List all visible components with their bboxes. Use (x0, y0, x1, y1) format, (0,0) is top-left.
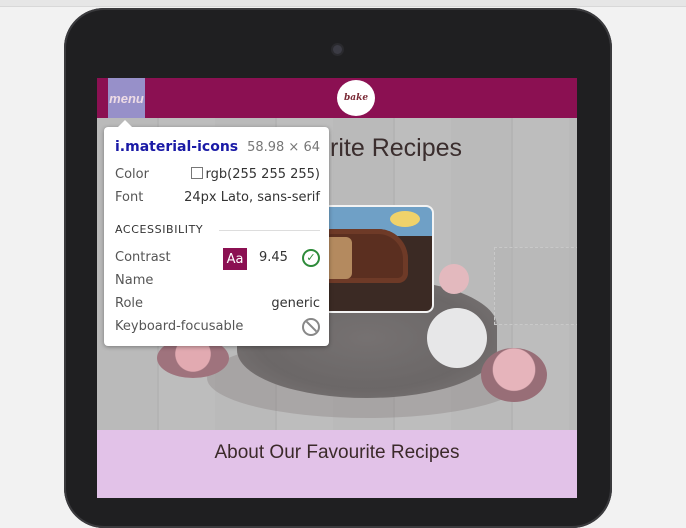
font-value: 24px Lato, sans-serif (184, 190, 320, 205)
color-label: Color (115, 167, 149, 182)
top-navbar: menu bake (97, 78, 577, 118)
menu-label: menu (109, 90, 144, 106)
not-focusable-icon (302, 318, 320, 336)
section-divider (219, 230, 320, 231)
role-row: Role generic (115, 296, 320, 316)
color-value: rgb(255 255 255) (190, 167, 320, 182)
contrast-label: Contrast (115, 250, 171, 265)
role-value: generic (271, 296, 320, 311)
devtools-inspect-tooltip: i.material-icons 58.98 × 64 Color rgb(25… (104, 120, 329, 346)
devtools-ruler (0, 0, 686, 7)
color-swatch-icon (190, 167, 203, 179)
about-section: About Our Favourite Recipes (97, 430, 577, 498)
lemon-image (390, 211, 420, 227)
tooltip-header: i.material-icons 58.98 × 64 (115, 139, 320, 159)
keyboard-focusable-row: Keyboard-focusable (115, 318, 320, 339)
contrast-badge: Aa (223, 248, 247, 270)
font-label: Font (115, 190, 144, 205)
font-row: Font 24px Lato, sans-serif (115, 190, 320, 210)
contrast-value: 9.45 (259, 250, 288, 265)
name-label: Name (115, 273, 154, 288)
name-row: Name (115, 273, 320, 293)
accessibility-heading: ACCESSIBILITY (115, 223, 204, 236)
carousel-image-next[interactable] (494, 247, 577, 325)
hero-title-visible: urite Recipes (316, 134, 463, 162)
element-selector: i.material-icons (115, 139, 239, 155)
keyboard-focusable-label: Keyboard-focusable (115, 319, 244, 334)
site-logo[interactable]: bake (337, 80, 375, 116)
color-row: Color rgb(255 255 255) (115, 167, 320, 187)
element-dimensions: 58.98 × 64 (247, 140, 320, 155)
color-value-text: rgb(255 255 255) (205, 167, 320, 182)
contrast-row: Contrast Aa 9.45 ✓ (115, 248, 320, 270)
role-label: Role (115, 296, 144, 311)
accessibility-section-header: ACCESSIBILITY (115, 223, 320, 239)
menu-button[interactable]: menu (108, 78, 145, 118)
about-title: About Our Favourite Recipes (214, 442, 460, 463)
camera-icon (333, 45, 342, 54)
logo-text: bake (343, 93, 369, 103)
check-circle-icon: ✓ (302, 249, 320, 267)
